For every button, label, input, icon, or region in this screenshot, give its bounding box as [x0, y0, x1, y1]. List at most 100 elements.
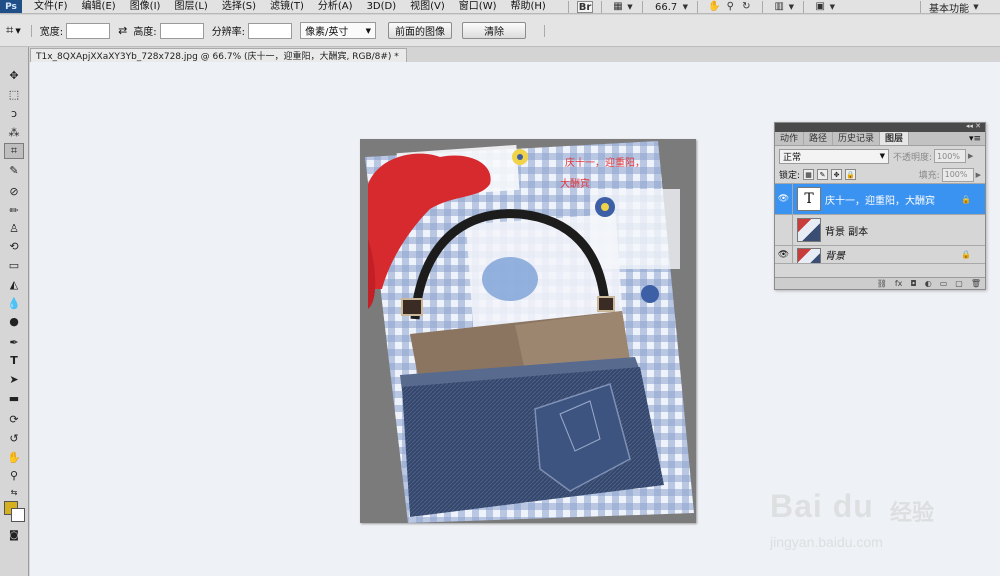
blend-mode-select[interactable]: 正常 ▼: [779, 148, 889, 164]
chevron-down-icon[interactable]: ▼: [969, 1, 983, 13]
healing-brush-tool-icon[interactable]: ⊘: [4, 183, 24, 199]
menu-view[interactable]: 视图(V): [410, 0, 445, 13]
menu-layer[interactable]: 图层(L): [174, 0, 207, 13]
path-selection-tool-icon[interactable]: ➤: [4, 371, 24, 387]
move-tool-icon[interactable]: ✥: [4, 67, 24, 83]
view-extras-icon[interactable]: ▦: [610, 1, 626, 13]
tab-layers[interactable]: 图层: [880, 132, 910, 145]
resolution-field[interactable]: [248, 22, 293, 39]
menu-image[interactable]: 图像(I): [130, 0, 161, 13]
menubar-divider: [762, 1, 764, 13]
menu-select[interactable]: 选择(S): [222, 0, 256, 13]
swap-dimensions-icon[interactable]: ⇄: [118, 24, 127, 37]
layer-name[interactable]: 背景 副本: [825, 223, 868, 238]
workspace-switcher[interactable]: 基本功能: [929, 0, 969, 14]
rotate-view-icon[interactable]: ↻: [738, 1, 754, 13]
menu-filter[interactable]: 滤镜(T): [270, 0, 304, 13]
crop-tool-icon[interactable]: ⌗: [4, 143, 24, 159]
menubar-divider: [920, 1, 921, 13]
hand-tool-icon[interactable]: ✋: [706, 1, 722, 13]
tab-actions[interactable]: 动作: [775, 132, 805, 145]
menu-window[interactable]: 窗口(W): [459, 0, 497, 13]
zoom-tool-icon[interactable]: ⚲: [722, 1, 738, 13]
menu-help[interactable]: 帮助(H): [511, 0, 546, 13]
shape-tool-icon[interactable]: ▬: [4, 390, 24, 406]
lock-pixels-icon[interactable]: ✎: [817, 169, 829, 180]
background-color-swatch[interactable]: [11, 508, 25, 522]
pen-tool-icon[interactable]: ✒: [4, 334, 24, 350]
swap-colors-icon[interactable]: ⇆: [4, 484, 24, 500]
clear-button[interactable]: 清除: [462, 22, 527, 39]
front-image-button[interactable]: 前面的图像: [388, 22, 453, 39]
flower-motif: [601, 203, 609, 211]
new-layer-icon[interactable]: ▢: [955, 279, 963, 288]
chevron-right-icon[interactable]: ▶: [968, 152, 973, 160]
bag-buckle: [401, 298, 423, 316]
menu-edit[interactable]: 编辑(E): [82, 0, 116, 13]
document-tab[interactable]: T1x_8QXApjXXaXY3Yb_728x728.jpg @ 66.7% (…: [30, 48, 407, 62]
add-mask-icon[interactable]: ◘: [910, 279, 916, 288]
menu-3d[interactable]: 3D(D): [367, 0, 397, 13]
watermark-chinese: 经验: [890, 501, 935, 526]
quick-mask-icon[interactable]: ◙: [4, 527, 24, 543]
chevron-down-icon[interactable]: ▼: [626, 1, 634, 13]
menu-analysis[interactable]: 分析(A): [318, 0, 353, 13]
panel-title-bar[interactable]: ◂◂ ✕: [775, 122, 985, 132]
tab-paths[interactable]: 路径: [804, 132, 834, 145]
layer-row[interactable]: 👁 T 庆十一，迎重阳，大酬宾 🔒: [775, 184, 985, 215]
link-layers-icon[interactable]: ⛓: [877, 279, 887, 288]
document-canvas[interactable]: 庆十一，迎重阳， 大酬宾: [360, 139, 696, 523]
panel-menu-icon[interactable]: ▾≡: [969, 132, 985, 145]
magic-wand-tool-icon[interactable]: ⁂: [4, 124, 24, 140]
layer-style-icon[interactable]: fx: [895, 279, 903, 288]
chevron-down-icon[interactable]: ▼: [681, 1, 689, 13]
dodge-tool-icon[interactable]: ●: [4, 313, 24, 329]
eye-icon[interactable]: 👁: [775, 184, 793, 214]
close-icon[interactable]: ×: [405, 50, 406, 61]
clone-stamp-tool-icon[interactable]: ♙: [4, 220, 24, 236]
width-field[interactable]: [66, 22, 111, 39]
bridge-button[interactable]: Br: [577, 1, 593, 13]
menu-file[interactable]: 文件(F): [34, 0, 68, 13]
panel-collapse-icon[interactable]: ◂◂ ✕: [966, 122, 981, 130]
delete-layer-icon[interactable]: 🗑: [971, 279, 981, 288]
resolution-unit-select[interactable]: 像素/英寸 ▼: [300, 22, 377, 39]
hand-tool-icon[interactable]: ✋: [4, 449, 24, 465]
height-field[interactable]: [159, 22, 204, 39]
blur-tool-icon[interactable]: 💧: [4, 295, 24, 311]
3d-orbit-tool-icon[interactable]: ↺: [4, 430, 24, 446]
chevron-down-icon[interactable]: ▼: [787, 1, 795, 13]
screen-mode-icon[interactable]: ▣: [812, 1, 828, 13]
eye-off-icon[interactable]: [775, 215, 793, 245]
zoom-tool-icon[interactable]: ⚲: [4, 467, 24, 483]
zoom-level[interactable]: 66.7: [655, 2, 677, 13]
chevron-down-icon[interactable]: ▼: [15, 27, 20, 35]
arrange-documents-icon[interactable]: ▥: [771, 1, 787, 13]
lock-all-icon[interactable]: 🔒: [845, 169, 857, 180]
layer-name[interactable]: 背景: [825, 247, 845, 262]
marquee-tool-icon[interactable]: ⬚: [4, 86, 24, 102]
adjustment-layer-icon[interactable]: ◐: [925, 279, 932, 288]
eye-icon[interactable]: 👁: [775, 246, 793, 263]
layer-row[interactable]: 背景 副本: [775, 215, 985, 246]
paint-bucket-tool-icon[interactable]: ◭: [4, 276, 24, 292]
3d-rotate-tool-icon[interactable]: ⟳: [4, 411, 24, 427]
tab-history[interactable]: 历史记录: [833, 132, 881, 145]
crop-tool-preset-icon[interactable]: ⌗: [6, 23, 13, 38]
chevron-down-icon[interactable]: ▼: [828, 1, 836, 13]
fill-field[interactable]: 100%: [941, 167, 974, 182]
chevron-right-icon[interactable]: ▶: [976, 171, 981, 179]
text-layer-thumbnail: T: [797, 187, 821, 211]
eyedropper-tool-icon[interactable]: ✎: [4, 162, 24, 178]
layer-row[interactable]: 👁 背景 🔒: [775, 246, 985, 264]
history-brush-tool-icon[interactable]: ⟲: [4, 238, 24, 254]
layer-name[interactable]: 庆十一，迎重阳，大酬宾: [825, 192, 935, 207]
lock-position-icon[interactable]: ✥: [831, 169, 843, 180]
type-tool-icon[interactable]: T: [4, 352, 24, 368]
lock-transparency-icon[interactable]: ▦: [803, 169, 815, 180]
brush-tool-icon[interactable]: ✏: [4, 202, 24, 218]
lasso-tool-icon[interactable]: ↄ: [4, 105, 24, 121]
eraser-tool-icon[interactable]: ▭: [4, 257, 24, 273]
new-group-icon[interactable]: ▭: [940, 279, 948, 288]
opacity-field[interactable]: 100%: [934, 149, 967, 163]
